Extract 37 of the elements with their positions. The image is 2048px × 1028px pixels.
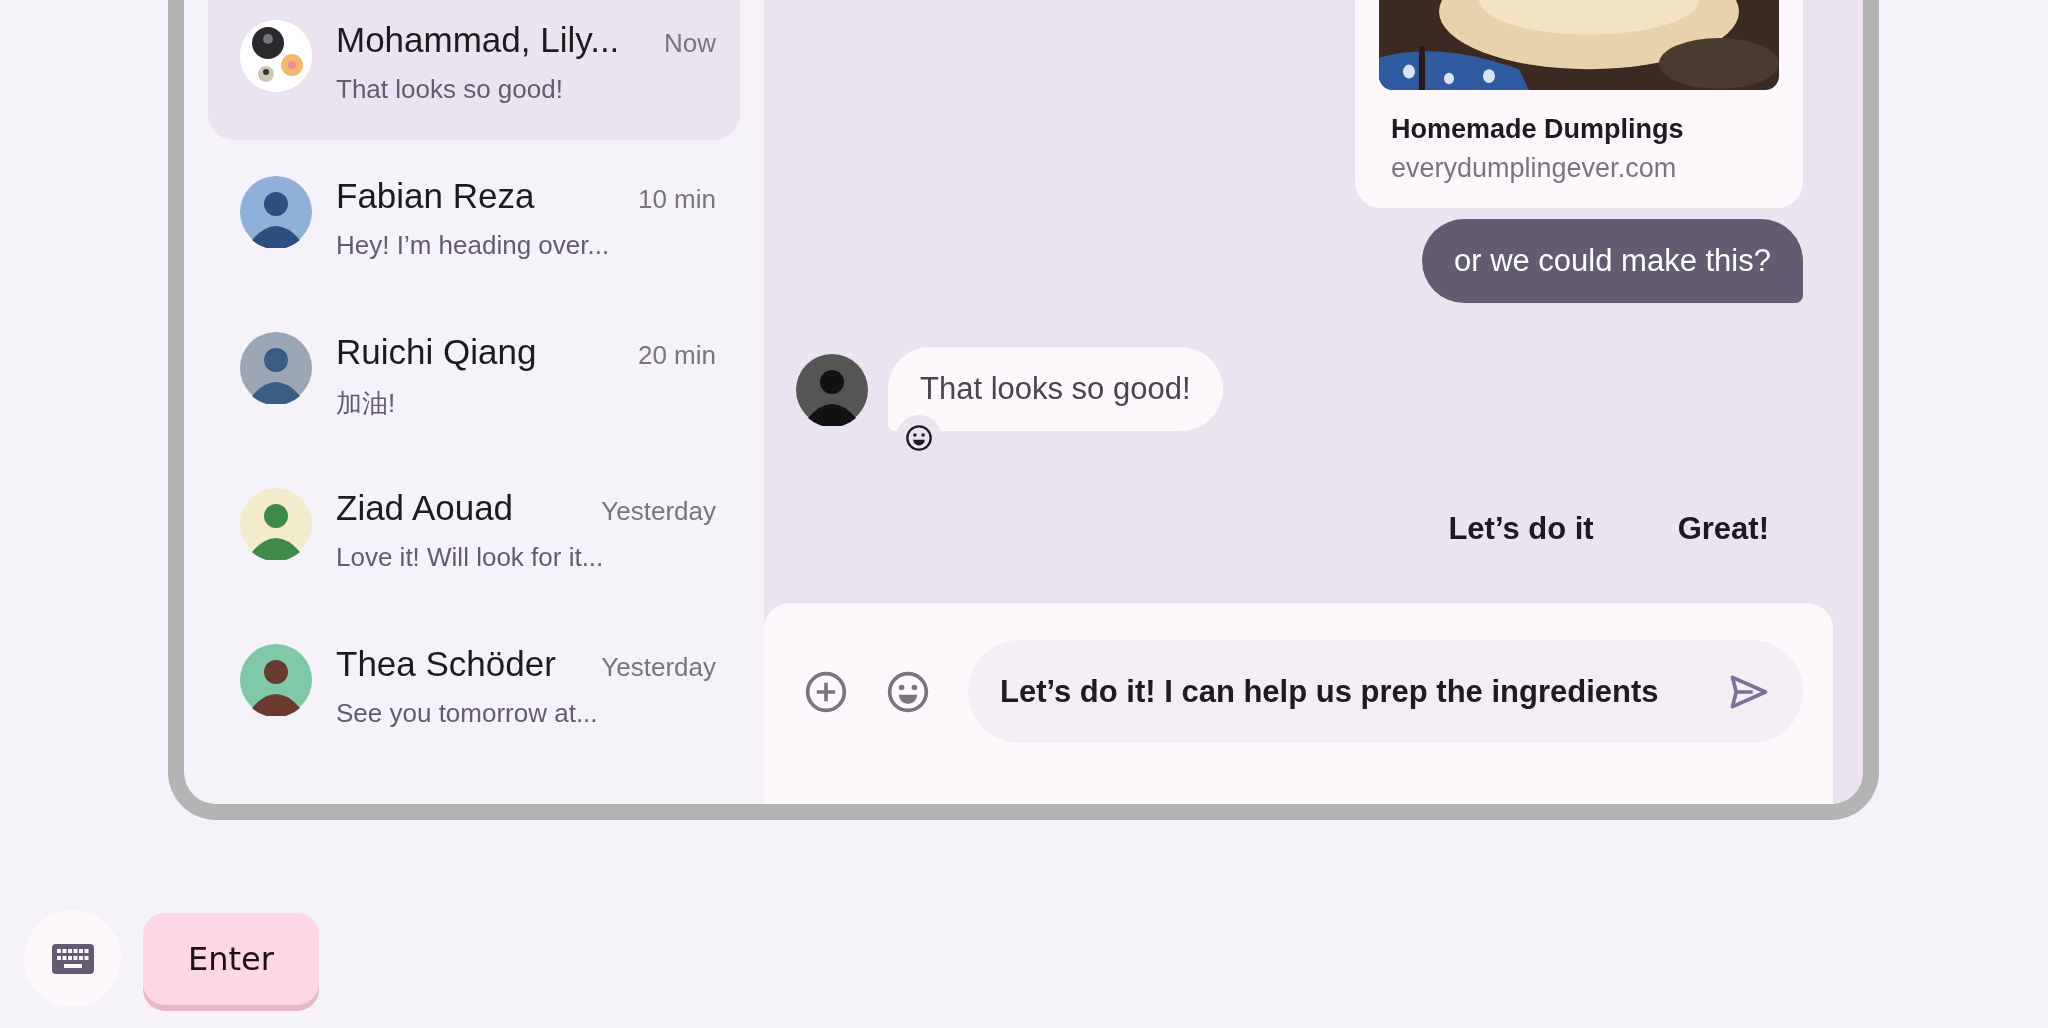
link-url: everydumplingever.com	[1391, 153, 1678, 184]
message-field[interactable]: Let’s do it! I can help us prep the ingredients	[968, 640, 1803, 743]
suggestion-chip[interactable]: Great!	[1663, 501, 1783, 557]
contact-name: Mohammad, Lily...	[336, 20, 620, 60]
contact-name: Ziad Aouad	[336, 488, 514, 528]
add-icon[interactable]	[804, 670, 848, 714]
smiley-icon[interactable]	[905, 424, 933, 452]
avatar-icon	[240, 488, 312, 560]
contact-name: Thea Schöder	[336, 644, 556, 684]
avatar-icon	[240, 176, 312, 248]
avatar-icon	[240, 332, 312, 404]
conversation-item[interactable]: Ziad Aouad Yesterday Love it! Will look for it...	[208, 468, 740, 624]
avatar-icon	[796, 354, 868, 426]
message-preview: That looks so good!	[336, 74, 564, 105]
emoji-icon[interactable]	[886, 670, 930, 714]
avatar-icon	[240, 644, 312, 716]
message-time: Now	[664, 28, 716, 59]
message-preview: Love it! Will look for it...	[336, 542, 605, 573]
conversation-item[interactable]: Mohammad, Lily... Now That looks so good!	[208, 0, 740, 140]
message-preview: 加油!	[336, 387, 397, 420]
message-time: Yesterday	[601, 496, 716, 527]
message-time: Yesterday	[601, 652, 716, 683]
conversation-item[interactable]: Thea Schöder Yesterday See you tomorrow at...	[208, 624, 740, 780]
sent-message: or we could make this?	[1421, 219, 1803, 303]
suggestion-chip[interactable]: Let’s do it	[1434, 501, 1608, 557]
conversation-item[interactable]: Fabian Reza 10 min Hey! I’m heading over...	[208, 156, 740, 312]
message-preview: Hey! I’m heading over...	[336, 230, 611, 261]
conversation-item[interactable]: Ruichi Qiang 20 min 加油!	[208, 312, 740, 468]
link-title: Homemade Dumplings	[1391, 114, 1685, 145]
keyboard-icon	[51, 943, 94, 974]
contact-name: Ruichi Qiang	[336, 332, 537, 372]
message-time: 20 min	[637, 340, 716, 371]
contact-name: Fabian Reza	[336, 176, 535, 216]
link-card[interactable]: Homemade Dumplings everydumplingever.com	[1355, 0, 1803, 208]
message-time: 10 min	[637, 184, 716, 215]
message-preview: See you tomorrow at...	[336, 698, 599, 729]
received-message: That looks so good!	[888, 347, 1223, 431]
